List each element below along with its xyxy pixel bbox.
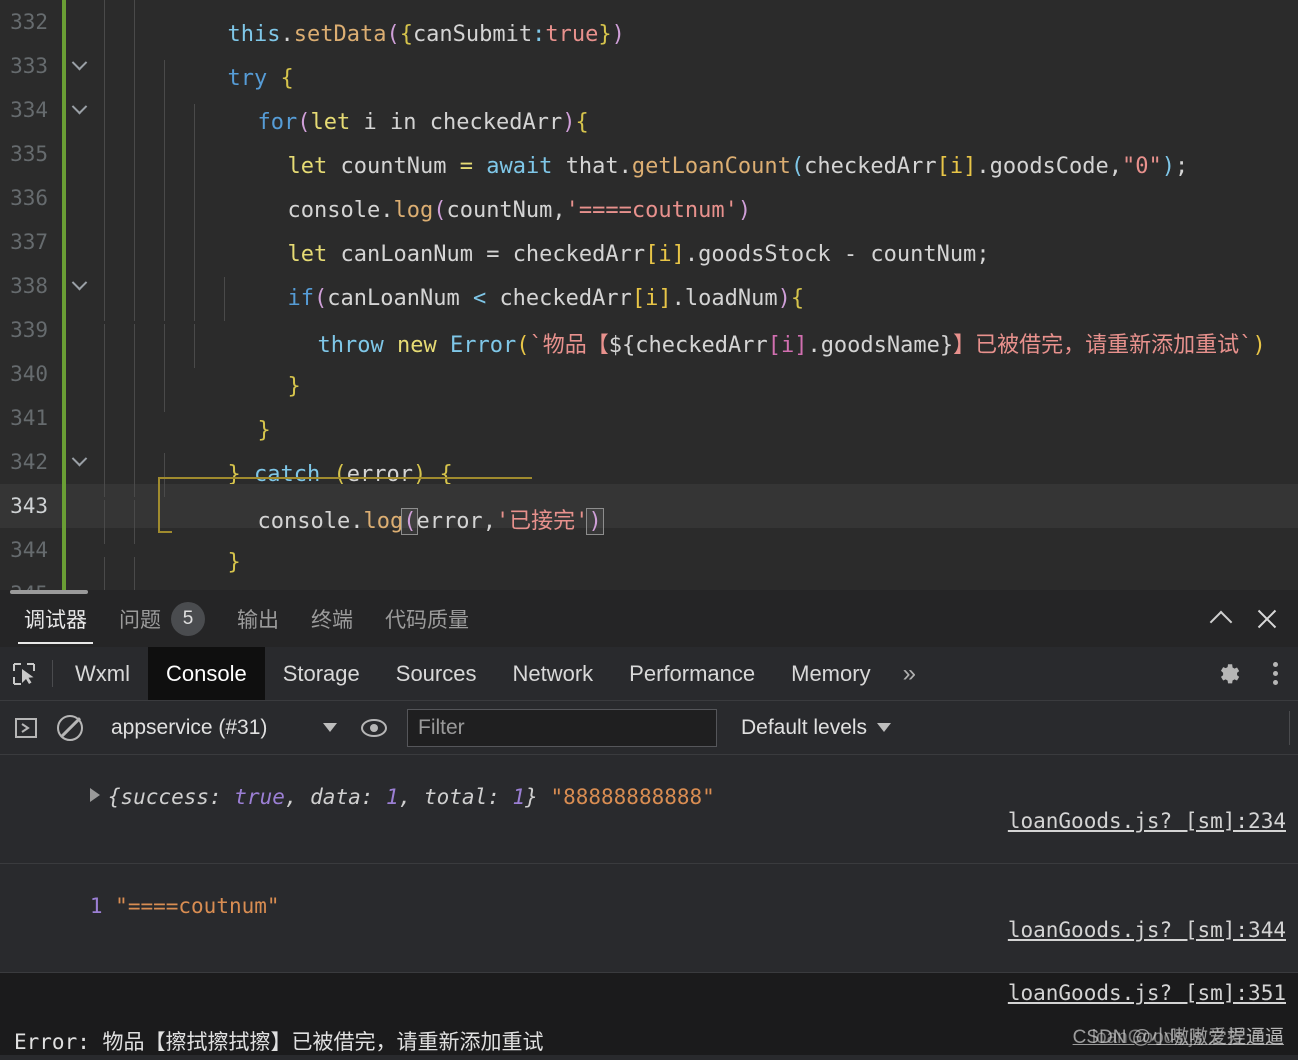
fold-toggle-icon[interactable] [62,54,96,74]
line-number: 334 [10,98,48,122]
panel-tab-output[interactable]: 输出 [221,590,295,647]
console-message-list[interactable]: {success: true, data: 1, total: 1} "8888… [0,755,1298,1055]
tab-label: Sources [395,660,477,686]
gear-icon[interactable] [1206,651,1252,697]
log-levels-label: Default levels [741,715,868,739]
tab-memory[interactable]: Memory [773,647,888,700]
line-number: 340 [10,362,48,386]
filter-input[interactable]: Filter [407,708,717,747]
line-number: 333 [10,54,48,78]
context-value: appservice (#31) [111,715,268,739]
object-suffix: } [525,785,551,809]
object-mid1: , data: [284,785,387,809]
scope-guide-bottom [158,531,172,533]
log-number: 1 [89,894,103,918]
object-bool: true [234,785,285,809]
console-message-number[interactable]: 1 "====coutnum" loanGoods.js? [sm]:344 [0,864,1298,973]
more-tabs-label: » [902,659,916,687]
divider [52,660,53,687]
object-num1: 1 [386,785,399,809]
tab-performance[interactable]: Performance [611,647,773,700]
source-link[interactable]: loanGoods.js? [sm]:351 [1008,981,1286,1005]
tab-console[interactable]: Console [147,647,265,700]
log-string: "88888888888" [550,785,715,809]
tab-wxml[interactable]: Wxml [57,647,148,700]
tab-sources[interactable]: Sources [378,647,495,700]
console-toolbar: appservice (#31) Filter Default levels [0,701,1298,755]
tab-label: Storage [282,660,360,686]
panel-tab-label: 问题 [119,608,161,632]
line-number: 332 [10,10,48,34]
code-content [104,556,227,590]
eye-icon[interactable] [352,706,396,750]
chevron-up-icon[interactable] [1198,596,1244,642]
close-icon[interactable] [1244,596,1290,642]
line-number: 336 [10,186,48,210]
problems-count-badge: 5 [171,601,205,636]
fold-toggle-icon[interactable] [62,98,96,118]
panel-header-actions [1198,596,1298,642]
panel-tab-code-quality[interactable]: 代码质量 [369,590,485,647]
source-link[interactable]: loanGoods.js? [sm]:234 [1008,809,1286,833]
chevron-down-icon [323,723,337,732]
log-string: "====coutnum" [115,894,280,918]
divider [1289,710,1290,745]
devtools-tab-strip: Wxml Console Storage Sources Network Per… [0,647,1298,701]
tab-label: Performance [629,660,756,686]
panel-tab-label: 调试器 [24,608,87,632]
panel-tab-label: 代码质量 [385,608,469,632]
tab-label: Console [165,660,247,686]
line-number: 335 [10,142,48,166]
log-levels-selector[interactable]: Default levels [741,715,892,740]
scope-guide-left [158,477,160,533]
object-num2: 1 [512,785,526,809]
code-editor[interactable]: 332 this.setData({canSubmit:true}) 333 t… [0,0,1298,590]
scope-guide-top [158,477,532,479]
line-number: 344 [10,538,48,562]
source-link[interactable]: loanGoods.js? [sm]:344 [1008,918,1286,942]
clear-console-icon[interactable] [48,706,92,750]
tab-label: Wxml [75,660,130,686]
error-title: Error: 物品【擦拭擦拭擦】已被借完，请重新添加重试 [14,1030,544,1054]
object-mid2: , total: [398,785,513,809]
line-number: 337 [10,230,48,254]
panel-tab-label: 输出 [237,608,279,632]
line-number: 342 [10,450,48,474]
more-tabs-icon[interactable]: » [889,647,930,700]
tab-label: Memory [791,660,871,686]
devtools-actions [1185,647,1298,700]
tab-network[interactable]: Network [494,647,611,700]
fold-toggle-icon[interactable] [62,450,96,470]
line-number: 338 [10,274,48,298]
tab-label: Network [512,660,594,686]
line-number: 341 [10,406,48,430]
code-line[interactable]: 345 [0,556,1298,590]
tab-storage[interactable]: Storage [265,647,378,700]
expand-arrow-icon[interactable] [89,788,100,802]
panel-tab-terminal[interactable]: 终端 [295,590,369,647]
chevron-down-icon [877,723,892,732]
line-number: 343 [10,494,48,518]
fold-toggle-icon[interactable] [62,274,96,294]
line-number: 339 [10,318,48,342]
object-prefix: {success: [107,785,235,809]
panel-tab-label: 终端 [311,608,353,632]
git-modified-indicator [62,0,66,590]
context-selector[interactable]: appservice (#31) [97,716,347,740]
execute-icon[interactable] [4,706,48,750]
devtools-panel: 调试器 问题 5 输出 终端 代码质量 Wxml Console Storage… [0,590,1298,1060]
more-options-icon[interactable] [1252,651,1298,697]
inspect-cursor-icon[interactable] [0,647,48,700]
panel-header-tabs: 调试器 问题 5 输出 终端 代码质量 [0,590,1298,647]
line-number: 345 [0,582,62,590]
panel-tab-problems[interactable]: 问题 5 [103,590,221,647]
console-message-error[interactable]: Error: 物品【擦拭擦拭擦】已被借完，请重新添加重试 loanGoods.j… [0,973,1298,1055]
panel-tab-debugger[interactable]: 调试器 [8,590,103,647]
console-message-object[interactable]: {success: true, data: 1, total: 1} "8888… [0,755,1298,864]
